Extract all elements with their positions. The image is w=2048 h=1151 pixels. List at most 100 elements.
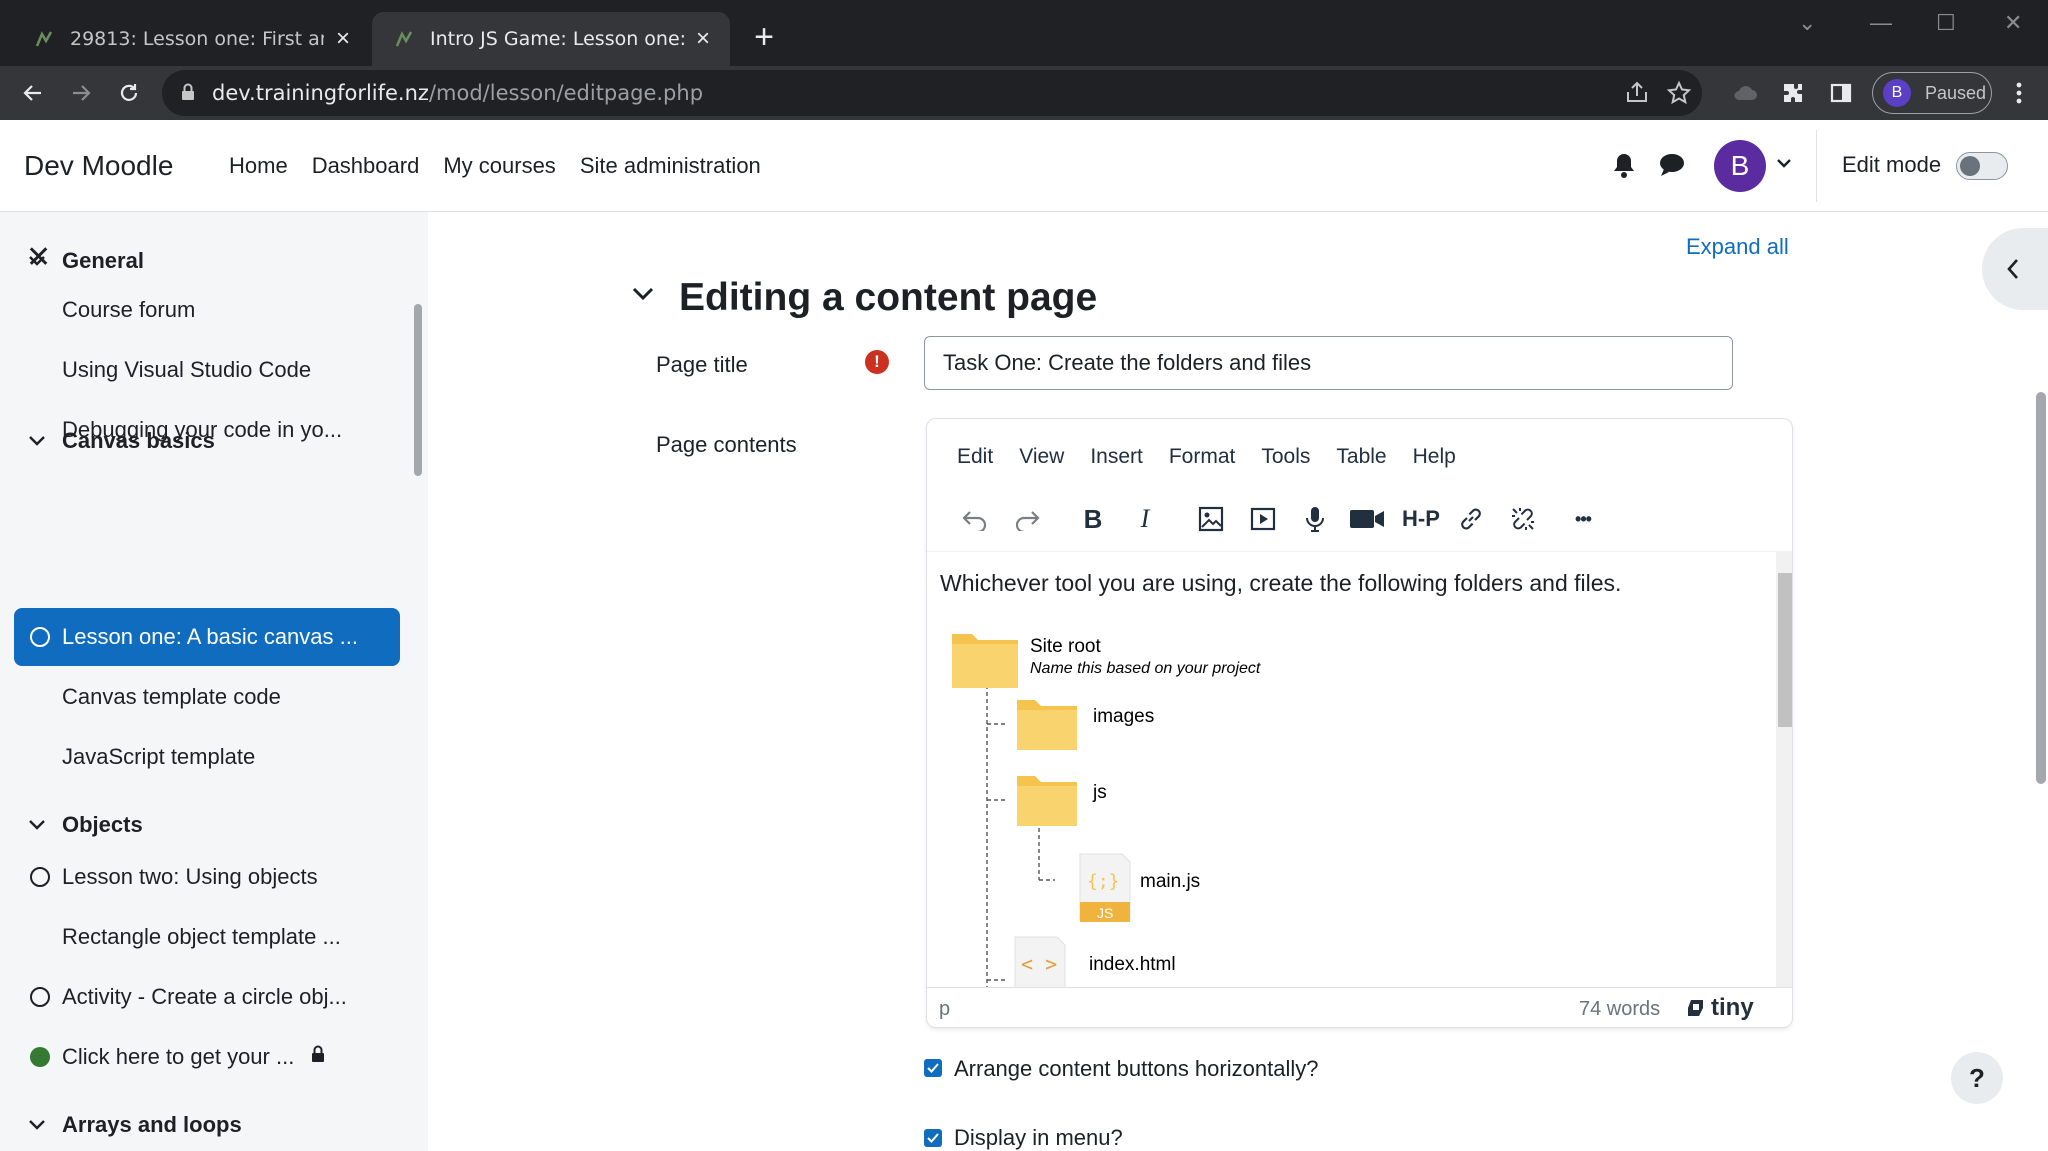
chevron-down-icon[interactable] xyxy=(28,819,48,831)
nav-dashboard[interactable]: Dashboard xyxy=(312,153,420,179)
extensions-puzzle-icon[interactable] xyxy=(1776,76,1810,110)
tab-search-icon[interactable]: ⌄ xyxy=(1798,10,1816,36)
edit-mode-toggle[interactable] xyxy=(1956,152,2008,180)
unlink-icon[interactable] xyxy=(1503,499,1543,539)
open-block-drawer-button[interactable] xyxy=(1982,228,2048,310)
more-icon[interactable]: ••• xyxy=(1563,499,1603,539)
link-icon[interactable] xyxy=(1451,499,1491,539)
expand-all-link[interactable]: Expand all xyxy=(1686,234,1789,260)
fieldset-chevron-down-icon[interactable] xyxy=(632,286,654,307)
lock-icon[interactable] xyxy=(180,82,196,107)
page-scrollbar[interactable] xyxy=(2036,392,2046,784)
browser-tab-active[interactable]: Intro JS Game: Lesson one: A basi × xyxy=(372,12,730,66)
address-bar[interactable]: dev.trainingforlife.nz/mod/lesson/editpa… xyxy=(162,70,1702,116)
bookmark-star-icon[interactable] xyxy=(1666,80,1692,111)
section-title: Arrays and loops xyxy=(62,1112,242,1137)
course-index-item[interactable]: Canvas template code xyxy=(14,668,400,726)
chevron-down-icon[interactable] xyxy=(28,435,48,447)
editor-scrollbar[interactable] xyxy=(1776,551,1792,987)
course-index-item-active[interactable]: Lesson one: A basic canvas ... xyxy=(14,608,400,666)
nav-site-administration[interactable]: Site administration xyxy=(580,153,761,179)
tab-title: 29813: Lesson one: First and seco xyxy=(70,28,324,50)
menu-format[interactable]: Format xyxy=(1169,445,1236,469)
item-label: Rectangle object template ... xyxy=(62,924,341,949)
notifications-bell-icon[interactable] xyxy=(1612,152,1636,183)
profile-chip[interactable]: B Paused xyxy=(1872,72,1992,114)
user-avatar[interactable]: B xyxy=(1714,140,1766,192)
images-folder-name: images xyxy=(1093,706,1154,727)
reload-icon[interactable] xyxy=(112,76,146,110)
drawer-scrollbar[interactable] xyxy=(414,304,422,476)
redo-icon[interactable] xyxy=(1007,499,1047,539)
menu-help[interactable]: Help xyxy=(1413,445,1456,469)
back-icon[interactable] xyxy=(16,76,50,110)
section-arrays-and-loops[interactable]: Arrays and loops xyxy=(28,1112,242,1138)
menu-insert[interactable]: Insert xyxy=(1090,445,1143,469)
undo-icon[interactable] xyxy=(955,499,995,539)
record-audio-icon[interactable] xyxy=(1295,499,1335,539)
tab-close-icon[interactable]: × xyxy=(692,27,714,51)
tiny-brand-link[interactable]: tiny xyxy=(1685,994,1754,1022)
messages-icon[interactable] xyxy=(1658,152,1686,183)
moodle-favicon-icon xyxy=(32,27,56,51)
toggle-knob xyxy=(1960,156,1980,176)
new-tab-button[interactable]: + xyxy=(748,20,780,54)
page-title-label: Page title xyxy=(656,352,748,377)
editor-content-area[interactable]: Whichever tool you are using, create the… xyxy=(927,551,1776,987)
course-index-item[interactable]: Using Visual Studio Code xyxy=(14,341,400,399)
display-in-menu-checkbox[interactable] xyxy=(924,1129,942,1147)
maximize-icon[interactable]: ☐ xyxy=(1936,10,1956,36)
completion-circle-icon xyxy=(30,867,50,887)
editor-scrollbar-thumb[interactable] xyxy=(1778,573,1792,727)
root-folder-name: Site root xyxy=(1030,636,1101,657)
nav-my-courses[interactable]: My courses xyxy=(443,153,555,179)
minimize-icon[interactable]: — xyxy=(1870,10,1892,36)
section-title: General xyxy=(62,248,144,273)
header-divider xyxy=(1816,130,1817,202)
section-objects[interactable]: Objects xyxy=(28,812,143,838)
browser-menu-icon[interactable] xyxy=(2002,76,2036,110)
item-label: Lesson one: A basic canvas ... xyxy=(62,624,358,649)
course-index-item[interactable]: JavaScript template xyxy=(14,728,400,786)
course-index-item[interactable]: Course forum xyxy=(14,281,400,339)
bold-icon[interactable]: B xyxy=(1073,499,1113,539)
edit-mode-label: Edit mode xyxy=(1842,152,1942,177)
site-brand[interactable]: Dev Moodle xyxy=(24,150,173,182)
section-canvas-basics[interactable]: Canvas basics xyxy=(28,428,215,454)
user-menu-chevron-down-icon[interactable] xyxy=(1776,156,1792,174)
nav-home[interactable]: Home xyxy=(229,153,288,179)
window-close-icon[interactable]: ✕ xyxy=(2004,10,2022,36)
browser-tab-inactive[interactable]: 29813: Lesson one: First and seco × xyxy=(12,12,370,66)
section-title: Canvas basics xyxy=(62,428,215,453)
item-label: Using Visual Studio Code xyxy=(62,357,312,382)
side-panel-icon[interactable] xyxy=(1824,76,1858,110)
menu-table[interactable]: Table xyxy=(1336,445,1386,469)
media-icon[interactable] xyxy=(1243,499,1283,539)
browser-tab-bar: 29813: Lesson one: First and seco × Intr… xyxy=(0,0,2048,66)
course-index-item[interactable]: Lesson two: Using objects xyxy=(14,848,400,906)
page-title-input[interactable] xyxy=(924,336,1733,390)
chevron-down-icon[interactable] xyxy=(28,1119,48,1131)
image-icon[interactable] xyxy=(1191,499,1231,539)
element-path[interactable]: p xyxy=(939,998,950,1021)
html-file-icon: < > xyxy=(1014,936,1066,987)
menu-view[interactable]: View xyxy=(1019,445,1064,469)
share-icon[interactable] xyxy=(1624,80,1650,111)
course-index-item[interactable]: Activity - Create a circle obj... xyxy=(14,968,400,1026)
course-index-item[interactable]: Click here to get your ... xyxy=(14,1028,400,1086)
course-index-item[interactable]: Rectangle object template ... xyxy=(14,908,400,966)
menu-tools[interactable]: Tools xyxy=(1261,445,1310,469)
h5p-icon[interactable]: H-P xyxy=(1399,499,1443,539)
section-general[interactable]: General xyxy=(28,248,144,274)
chevron-down-icon[interactable] xyxy=(28,255,48,267)
forward-icon[interactable] xyxy=(64,76,98,110)
help-button[interactable]: ? xyxy=(1951,1052,2003,1104)
extension-cloud-icon[interactable] xyxy=(1728,76,1762,110)
tab-close-icon[interactable]: × xyxy=(332,27,354,51)
completion-circle-icon xyxy=(30,627,50,647)
menu-edit[interactable]: Edit xyxy=(957,445,993,469)
record-video-icon[interactable] xyxy=(1347,499,1387,539)
italic-icon[interactable]: I xyxy=(1125,499,1165,539)
arrange-buttons-checkbox[interactable] xyxy=(924,1059,942,1077)
word-count[interactable]: 74 words xyxy=(1579,998,1660,1021)
